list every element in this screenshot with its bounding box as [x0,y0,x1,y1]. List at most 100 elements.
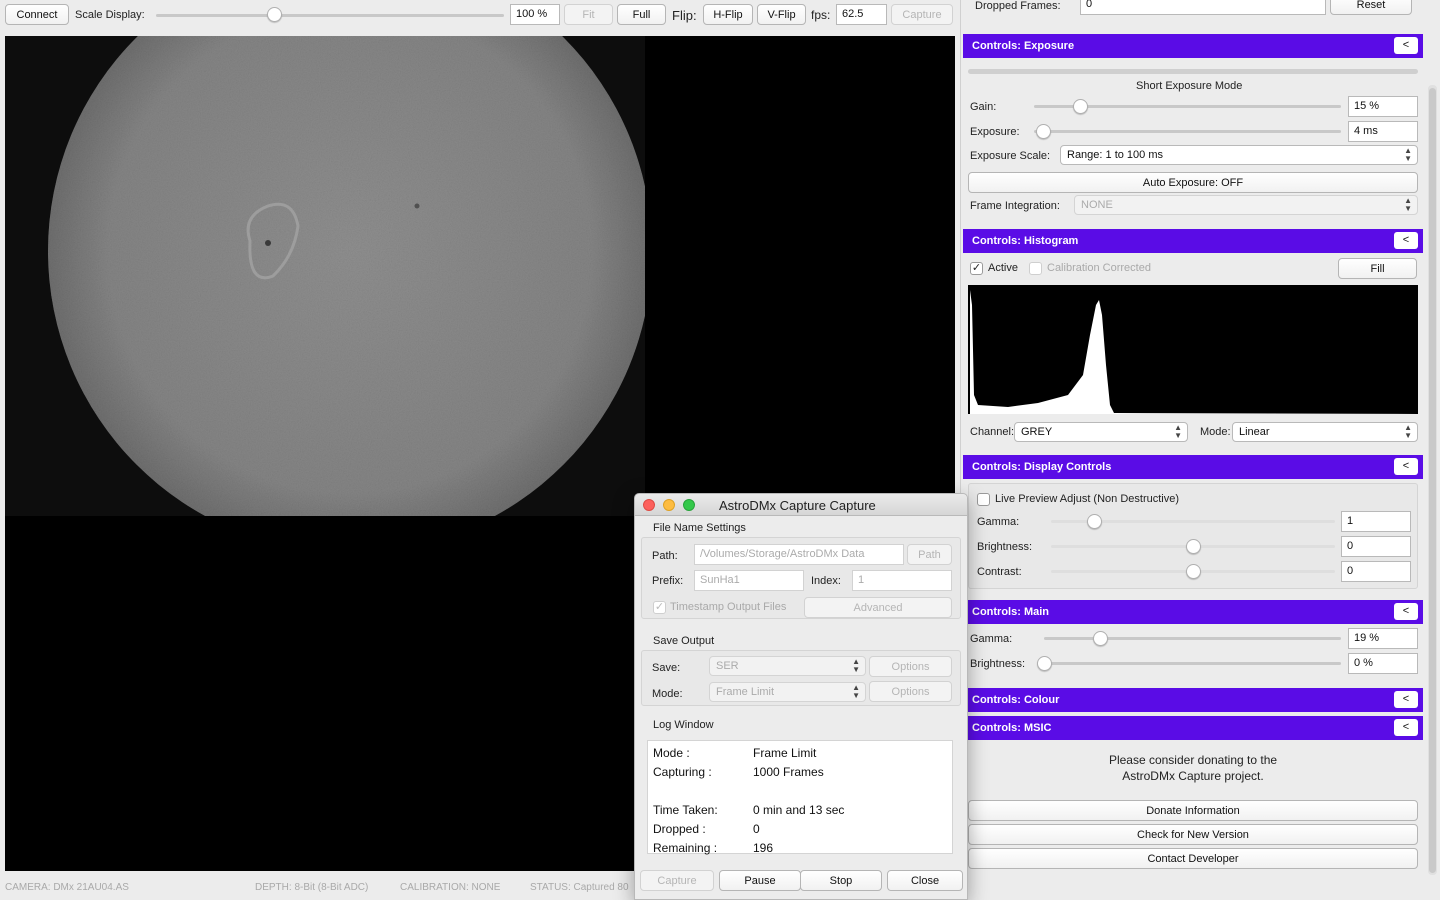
capture-dialog: AstroDMx Capture Capture File Name Setti… [634,493,968,900]
minimize-window-icon[interactable] [663,499,675,511]
main-brightness-field[interactable]: 0 % [1348,653,1418,674]
exposure-collapse-button[interactable]: < [1394,37,1418,54]
save-options-button[interactable]: Options [869,656,952,677]
path-label: Path: [652,550,678,562]
live-preview-checkbox[interactable] [977,493,990,506]
gain-value-field[interactable]: 15 % [1348,96,1418,117]
advanced-button[interactable]: Advanced [804,597,952,618]
contact-developer-button[interactable]: Contact Developer [968,848,1418,869]
msic-controls-title: Controls: MSIC [972,722,1052,734]
exposure-label: Exposure: [970,126,1020,138]
exposure-mode-label: Short Exposure Mode [1136,80,1243,92]
close-button[interactable]: Close [887,870,963,891]
display-gamma-field[interactable]: 1 [1341,511,1411,532]
frame-integration-select[interactable]: NONE ▲ ▼ [1074,195,1418,215]
dropped-frames-label: Dropped Frames: [975,0,1061,12]
log-window-label: Log Window [653,719,714,731]
histogram-mode-select[interactable]: Linear ▲ ▼ [1232,422,1418,442]
select-arrows-icon: ▲ ▼ [852,683,860,700]
status-depth: DEPTH: 8-Bit (8-Bit ADC) [255,882,369,893]
log-lines: Mode : Frame Limit Capturing :1000 Frames… [653,744,953,858]
display-brightness-slider-knob[interactable] [1186,539,1201,554]
panel-scrollbar-thumb[interactable] [1429,88,1436,873]
mode-options-button[interactable]: Options [869,681,952,702]
donate-message-line2: AstroDMx Capture project. [1122,769,1264,783]
file-name-settings-label: File Name Settings [653,522,746,534]
auto-exposure-button[interactable]: Auto Exposure: OFF [968,172,1418,193]
exposure-header[interactable]: Controls: Exposure < [963,34,1423,58]
close-window-icon[interactable] [643,499,655,511]
histogram-collapse-button[interactable]: < [1394,232,1418,249]
display-gamma-slider-knob[interactable] [1086,514,1102,529]
donate-information-button[interactable]: Donate Information [968,800,1418,821]
scale-display-slider[interactable] [156,14,504,17]
scale-display-slider-knob[interactable] [267,7,283,22]
display-brightness-field[interactable]: 0 [1341,536,1411,557]
calibration-corrected-checkbox[interactable] [1029,262,1042,275]
display-contrast-field[interactable]: 0 [1341,561,1411,582]
main-brightness-slider[interactable] [1044,662,1341,665]
zoom-window-icon[interactable] [683,499,695,511]
msic-controls-collapse-button[interactable]: < [1394,719,1418,736]
stop-button[interactable]: Stop [800,870,882,891]
histogram-curve [970,290,1418,414]
scale-value-field[interactable]: 100 % [510,4,560,25]
h-flip-button[interactable]: H-Flip [703,4,753,25]
timestamp-label: Timestamp Output Files [670,601,787,613]
fps-field[interactable]: 62.5 [836,4,887,25]
channel-label: Channel: [970,426,1015,438]
log-line: Capturing :1000 Frames [653,765,824,779]
save-label: Save: [652,662,681,674]
pause-button[interactable]: Pause [719,870,801,891]
connect-button[interactable]: Connect [5,4,69,25]
display-controls-header[interactable]: Controls: Display Controls < [963,455,1423,479]
main-gamma-slider[interactable] [1044,637,1341,640]
gain-slider-knob[interactable] [1073,99,1089,114]
main-controls-header[interactable]: Controls: Main < [963,600,1423,624]
display-controls-collapse-button[interactable]: < [1394,458,1418,475]
dropped-frames-field: 0 [1080,0,1326,15]
histogram-header[interactable]: Controls: Histogram < [963,229,1423,253]
main-brightness-slider-knob[interactable] [1037,656,1052,671]
exposure-scale-label: Exposure Scale: [970,150,1051,162]
frame-integration-label: Frame Integration: [970,200,1060,212]
colour-controls-collapse-button[interactable]: < [1394,691,1418,708]
flip-label: Flip: [672,8,697,23]
capture-toolbar-button[interactable]: Capture [891,4,953,25]
display-contrast-slider-knob[interactable] [1186,564,1201,579]
status-calibration: CALIBRATION: NONE [400,882,501,893]
path-field[interactable]: /Volumes/Storage/AstroDMx Data [694,544,904,565]
reset-button[interactable]: Reset [1330,0,1412,15]
channel-select[interactable]: GREY ▲ ▼ [1014,422,1188,442]
save-format-value: SER [716,660,739,672]
dialog-titlebar[interactable]: AstroDMx Capture Capture [635,494,967,516]
colour-controls-header[interactable]: Controls: Colour < [963,688,1423,712]
histogram-active-checkbox[interactable]: ✓ [970,262,983,275]
save-format-select[interactable]: SER ▲ ▼ [709,656,866,676]
capture-mode-select[interactable]: Frame Limit ▲ ▼ [709,682,866,702]
histogram-fill-button[interactable]: Fill [1338,258,1417,279]
v-flip-button[interactable]: V-Flip [757,4,806,25]
exposure-scale-select[interactable]: Range: 1 to 100 ms ▲ ▼ [1060,145,1418,165]
fit-button[interactable]: Fit [564,4,613,25]
check-new-version-button[interactable]: Check for New Version [968,824,1418,845]
channel-value: GREY [1021,426,1053,438]
log-line: Dropped :0 [653,822,760,836]
msic-controls-header[interactable]: Controls: MSIC < [963,716,1423,740]
status-camera: CAMERA: DMx 21AU04.AS [5,882,129,893]
exposure-slider[interactable] [1034,130,1341,133]
exposure-mode-tabbar [968,69,1418,74]
main-gamma-field[interactable]: 19 % [1348,628,1418,649]
timestamp-checkbox[interactable]: ✓ [653,601,666,614]
main-controls-collapse-button[interactable]: < [1394,603,1418,620]
path-button[interactable]: Path [907,544,952,565]
index-field[interactable]: 1 [852,570,952,591]
capture-mode-value: Frame Limit [716,686,775,698]
status-text: STATUS: Captured 80 [530,882,629,893]
select-arrows-icon: ▲ ▼ [852,657,860,674]
dialog-capture-button[interactable]: Capture [640,870,714,891]
prefix-field[interactable]: SunHa1 [694,570,804,591]
exposure-value-field[interactable]: 4 ms [1348,121,1418,142]
full-button[interactable]: Full [617,4,666,25]
